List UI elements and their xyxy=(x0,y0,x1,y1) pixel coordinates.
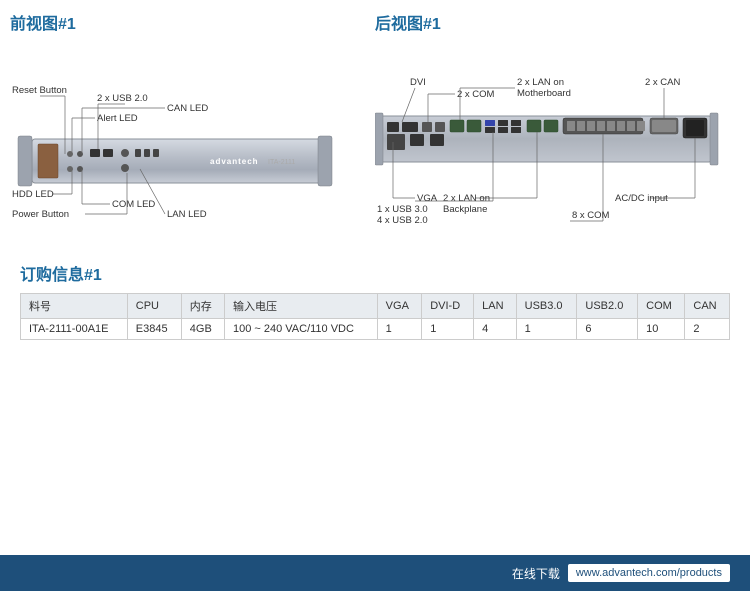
cell-lan: 4 xyxy=(474,319,517,340)
svg-text:HDD LED: HDD LED xyxy=(12,189,54,200)
rear-view-panel: 后视图#1 xyxy=(375,10,730,246)
svg-text:Alert LED: Alert LED xyxy=(97,113,138,124)
svg-text:Power Button: Power Button xyxy=(12,209,69,220)
col-header-voltage: 输入电压 xyxy=(224,294,377,319)
svg-text:1 x USB 3.0: 1 x USB 3.0 xyxy=(377,204,428,215)
rear-view-svg: DVI 2 x CAN 2 x COM 2 x LAN on Motherboa… xyxy=(375,46,720,236)
svg-text:AC/DC input: AC/DC input xyxy=(615,193,668,204)
front-view-diagram: advantech ITA-2111 Alert LED CAN LED Res… xyxy=(10,46,340,246)
svg-text:2 x COM: 2 x COM xyxy=(457,89,495,100)
svg-text:Reset Button: Reset Button xyxy=(12,85,67,96)
cell-com: 10 xyxy=(638,319,685,340)
ordering-title: 订购信息#1 xyxy=(20,261,730,285)
svg-text:CAN LED: CAN LED xyxy=(167,103,208,114)
svg-text:LAN LED: LAN LED xyxy=(167,209,207,220)
svg-text:2 x USB 2.0: 2 x USB 2.0 xyxy=(97,93,148,104)
svg-text:ITA-2111: ITA-2111 xyxy=(268,159,295,166)
col-header-usb20: USB2.0 xyxy=(577,294,638,319)
cell-voltage: 100 ~ 240 VAC/110 VDC xyxy=(224,319,377,340)
svg-text:advantech: advantech xyxy=(210,157,259,166)
footer: 在线下载 www.advantech.com/products xyxy=(0,555,750,591)
svg-text:DVI: DVI xyxy=(410,77,426,88)
col-header-dvid: DVI-D xyxy=(422,294,474,319)
col-header-part: 料号 xyxy=(21,294,128,319)
svg-text:2 x LAN on: 2 x LAN on xyxy=(517,77,564,88)
col-header-com: COM xyxy=(638,294,685,319)
cell-part-number: ITA-2111-00A1E xyxy=(21,319,128,340)
svg-text:COM LED: COM LED xyxy=(112,199,155,210)
rear-view-diagram: DVI 2 x CAN 2 x COM 2 x LAN on Motherboa… xyxy=(375,46,715,246)
cell-usb30: 1 xyxy=(516,319,577,340)
col-header-vga: VGA xyxy=(377,294,422,319)
col-header-can: CAN xyxy=(685,294,730,319)
cell-usb20: 6 xyxy=(577,319,638,340)
table-row: ITA-2111-00A1E E3845 4GB 100 ~ 240 VAC/1… xyxy=(21,319,730,340)
svg-text:2 x CAN: 2 x CAN xyxy=(645,77,681,88)
svg-text:8 x COM: 8 x COM xyxy=(572,210,610,221)
footer-url: www.advantech.com/products xyxy=(568,564,730,582)
ordering-table: 料号 CPU 内存 输入电压 VGA DVI-D LAN USB3.0 USB2… xyxy=(20,293,730,340)
col-header-memory: 内存 xyxy=(181,294,224,319)
front-view-svg: advantech ITA-2111 Alert LED CAN LED Res… xyxy=(10,46,340,236)
svg-text:Backplane: Backplane xyxy=(443,204,487,215)
front-view-title: 前视图#1 xyxy=(10,10,365,34)
rear-view-title: 后视图#1 xyxy=(375,10,730,34)
cell-memory: 4GB xyxy=(181,319,224,340)
cell-vga: 1 xyxy=(377,319,422,340)
cell-cpu: E3845 xyxy=(127,319,181,340)
front-view-panel: 前视图#1 xyxy=(10,10,365,246)
svg-text:VGA: VGA xyxy=(417,193,438,204)
ordering-section: 订购信息#1 料号 CPU 内存 输入电压 VGA DVI-D LAN USB3… xyxy=(0,246,750,350)
svg-text:Motherboard: Motherboard xyxy=(517,88,571,99)
footer-label: 在线下载 xyxy=(512,565,560,582)
svg-text:4 x USB 2.0: 4 x USB 2.0 xyxy=(377,215,428,226)
col-header-lan: LAN xyxy=(474,294,517,319)
cell-can: 2 xyxy=(685,319,730,340)
svg-text:2 x LAN on: 2 x LAN on xyxy=(443,193,490,204)
cell-dvi-d: 1 xyxy=(422,319,474,340)
col-header-cpu: CPU xyxy=(127,294,181,319)
col-header-usb30: USB3.0 xyxy=(516,294,577,319)
